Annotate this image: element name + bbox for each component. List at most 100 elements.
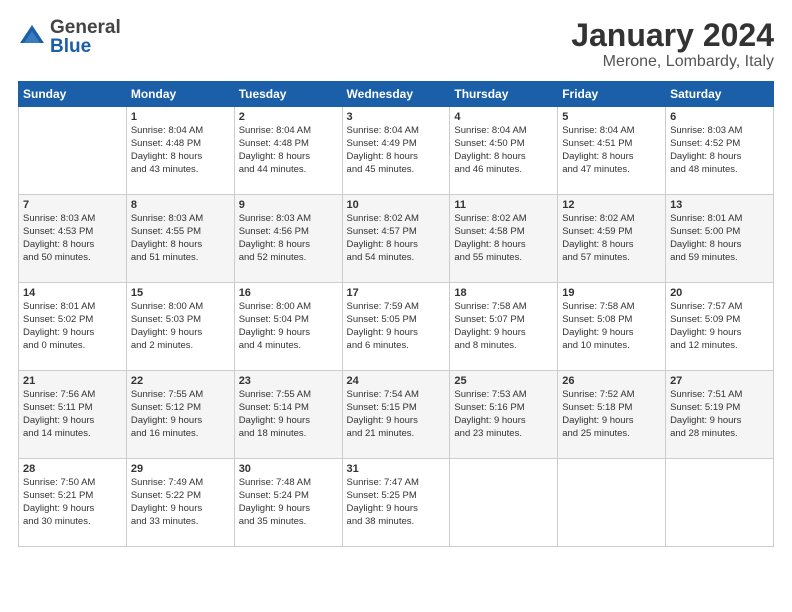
day-info: Sunrise: 8:04 AMSunset: 4:50 PMDaylight:…	[454, 125, 553, 176]
day-info: Sunrise: 8:03 AMSunset: 4:52 PMDaylight:…	[670, 125, 769, 176]
day-cell: 21 Sunrise: 7:56 AMSunset: 5:11 PMDayligh…	[19, 371, 127, 459]
calendar-subtitle: Merone, Lombardy, Italy	[571, 53, 774, 71]
day-cell: 10 Sunrise: 8:02 AMSunset: 4:57 PMDayligh…	[342, 195, 450, 283]
col-header-friday: Friday	[558, 82, 666, 107]
day-cell: 3Sunrise: 8:04 AMSunset: 4:49 PMDaylight…	[342, 107, 450, 195]
day-cell: 26 Sunrise: 7:52 AMSunset: 5:18 PMDayligh…	[558, 371, 666, 459]
week-row-5: 28Sunrise: 7:50 AMSunset: 5:21 PMDayligh…	[19, 459, 774, 547]
day-cell: 20Sunrise: 7:57 AMSunset: 5:09 PMDayligh…	[666, 283, 774, 371]
day-info: Sunrise: 7:58 AMSunset: 5:08 PMDaylight:…	[562, 301, 661, 352]
day-cell: 18 Sunrise: 7:58 AMSunset: 5:07 PMDayligh…	[450, 283, 558, 371]
week-row-3: 14Sunrise: 8:01 AMSunset: 5:02 PMDayligh…	[19, 283, 774, 371]
day-number: 18	[454, 287, 553, 299]
day-info: Sunrise: 8:00 AMSunset: 5:03 PMDaylight:…	[131, 301, 230, 352]
day-cell: 7 Sunrise: 8:03 AMSunset: 4:53 PMDaylight…	[19, 195, 127, 283]
day-info: Sunrise: 7:48 AMSunset: 5:24 PMDaylight:…	[239, 477, 338, 528]
header-row: SundayMondayTuesdayWednesdayThursdayFrid…	[19, 82, 774, 107]
calendar-table: SundayMondayTuesdayWednesdayThursdayFrid…	[18, 81, 774, 547]
day-cell: 13 Sunrise: 8:01 AMSunset: 5:00 PMDayligh…	[666, 195, 774, 283]
day-cell: 28Sunrise: 7:50 AMSunset: 5:21 PMDayligh…	[19, 459, 127, 547]
day-cell: 4 Sunrise: 8:04 AMSunset: 4:50 PMDaylight…	[450, 107, 558, 195]
day-cell: 23 Sunrise: 7:55 AMSunset: 5:14 PMDayligh…	[234, 371, 342, 459]
day-number: 23	[239, 375, 338, 387]
day-cell: 12 Sunrise: 8:02 AMSunset: 4:59 PMDayligh…	[558, 195, 666, 283]
day-cell: 15 Sunrise: 8:00 AMSunset: 5:03 PMDayligh…	[126, 283, 234, 371]
day-number: 7	[23, 199, 122, 211]
day-number: 15	[131, 287, 230, 299]
day-info: Sunrise: 7:49 AMSunset: 5:22 PMDaylight:…	[131, 477, 230, 528]
day-info: Sunrise: 7:55 AMSunset: 5:12 PMDaylight:…	[131, 389, 230, 440]
day-number: 20	[670, 287, 769, 299]
day-cell: 11Sunrise: 8:02 AMSunset: 4:58 PMDayligh…	[450, 195, 558, 283]
day-info: Sunrise: 8:04 AMSunset: 4:48 PMDaylight:…	[239, 125, 338, 176]
day-info: Sunrise: 8:04 AMSunset: 4:51 PMDaylight:…	[562, 125, 661, 176]
day-info: Sunrise: 7:50 AMSunset: 5:21 PMDaylight:…	[23, 477, 122, 528]
col-header-tuesday: Tuesday	[234, 82, 342, 107]
day-cell: 25Sunrise: 7:53 AMSunset: 5:16 PMDayligh…	[450, 371, 558, 459]
day-cell	[558, 459, 666, 547]
day-info: Sunrise: 8:00 AMSunset: 5:04 PMDaylight:…	[239, 301, 338, 352]
day-info: Sunrise: 8:04 AMSunset: 4:48 PMDaylight:…	[131, 125, 230, 176]
day-info: Sunrise: 7:56 AMSunset: 5:11 PMDaylight:…	[23, 389, 122, 440]
logo-icon	[18, 23, 46, 51]
header: General Blue January 2024 Merone, Lombar…	[18, 18, 774, 71]
day-cell	[450, 459, 558, 547]
logo-general: General	[50, 18, 121, 37]
day-number: 2	[239, 111, 338, 123]
day-info: Sunrise: 7:54 AMSunset: 5:15 PMDaylight:…	[347, 389, 446, 440]
day-cell: 22Sunrise: 7:55 AMSunset: 5:12 PMDayligh…	[126, 371, 234, 459]
title-block: January 2024 Merone, Lombardy, Italy	[571, 18, 774, 71]
day-cell: 14Sunrise: 8:01 AMSunset: 5:02 PMDayligh…	[19, 283, 127, 371]
day-cell: 16Sunrise: 8:00 AMSunset: 5:04 PMDayligh…	[234, 283, 342, 371]
day-cell: 30 Sunrise: 7:48 AMSunset: 5:24 PMDayligh…	[234, 459, 342, 547]
day-info: Sunrise: 7:51 AMSunset: 5:19 PMDaylight:…	[670, 389, 769, 440]
day-number: 21	[23, 375, 122, 387]
col-header-thursday: Thursday	[450, 82, 558, 107]
day-info: Sunrise: 8:01 AMSunset: 5:00 PMDaylight:…	[670, 213, 769, 264]
day-number: 31	[347, 463, 446, 475]
day-cell: 6 Sunrise: 8:03 AMSunset: 4:52 PMDaylight…	[666, 107, 774, 195]
col-header-saturday: Saturday	[666, 82, 774, 107]
day-cell: 29 Sunrise: 7:49 AMSunset: 5:22 PMDayligh…	[126, 459, 234, 547]
logo: General Blue	[18, 18, 121, 56]
week-row-2: 7 Sunrise: 8:03 AMSunset: 4:53 PMDaylight…	[19, 195, 774, 283]
day-info: Sunrise: 8:01 AMSunset: 5:02 PMDaylight:…	[23, 301, 122, 352]
day-info: Sunrise: 7:58 AMSunset: 5:07 PMDaylight:…	[454, 301, 553, 352]
day-info: Sunrise: 7:55 AMSunset: 5:14 PMDaylight:…	[239, 389, 338, 440]
day-number: 25	[454, 375, 553, 387]
day-number: 6	[670, 111, 769, 123]
day-info: Sunrise: 8:03 AMSunset: 4:55 PMDaylight:…	[131, 213, 230, 264]
day-cell: 27Sunrise: 7:51 AMSunset: 5:19 PMDayligh…	[666, 371, 774, 459]
day-number: 13	[670, 199, 769, 211]
page: General Blue January 2024 Merone, Lombar…	[0, 0, 792, 612]
day-info: Sunrise: 8:02 AMSunset: 4:58 PMDaylight:…	[454, 213, 553, 264]
day-info: Sunrise: 8:02 AMSunset: 4:57 PMDaylight:…	[347, 213, 446, 264]
day-number: 30	[239, 463, 338, 475]
day-info: Sunrise: 7:47 AMSunset: 5:25 PMDaylight:…	[347, 477, 446, 528]
day-cell: 8Sunrise: 8:03 AMSunset: 4:55 PMDaylight…	[126, 195, 234, 283]
day-cell: 5 Sunrise: 8:04 AMSunset: 4:51 PMDaylight…	[558, 107, 666, 195]
day-number: 9	[239, 199, 338, 211]
day-number: 10	[347, 199, 446, 211]
day-number: 4	[454, 111, 553, 123]
day-cell: 17Sunrise: 7:59 AMSunset: 5:05 PMDayligh…	[342, 283, 450, 371]
day-info: Sunrise: 7:59 AMSunset: 5:05 PMDaylight:…	[347, 301, 446, 352]
day-cell	[19, 107, 127, 195]
day-number: 12	[562, 199, 661, 211]
day-cell: 19 Sunrise: 7:58 AMSunset: 5:08 PMDayligh…	[558, 283, 666, 371]
day-number: 26	[562, 375, 661, 387]
day-cell: 31 Sunrise: 7:47 AMSunset: 5:25 PMDayligh…	[342, 459, 450, 547]
logo-blue: Blue	[50, 37, 121, 56]
col-header-monday: Monday	[126, 82, 234, 107]
day-number: 29	[131, 463, 230, 475]
day-cell: 1Sunrise: 8:04 AMSunset: 4:48 PMDaylight…	[126, 107, 234, 195]
day-number: 5	[562, 111, 661, 123]
week-row-1: 1Sunrise: 8:04 AMSunset: 4:48 PMDaylight…	[19, 107, 774, 195]
day-info: Sunrise: 7:52 AMSunset: 5:18 PMDaylight:…	[562, 389, 661, 440]
day-number: 19	[562, 287, 661, 299]
day-cell: 24Sunrise: 7:54 AMSunset: 5:15 PMDayligh…	[342, 371, 450, 459]
day-number: 3	[347, 111, 446, 123]
day-cell	[666, 459, 774, 547]
day-info: Sunrise: 8:02 AMSunset: 4:59 PMDaylight:…	[562, 213, 661, 264]
day-info: Sunrise: 8:03 AMSunset: 4:53 PMDaylight:…	[23, 213, 122, 264]
